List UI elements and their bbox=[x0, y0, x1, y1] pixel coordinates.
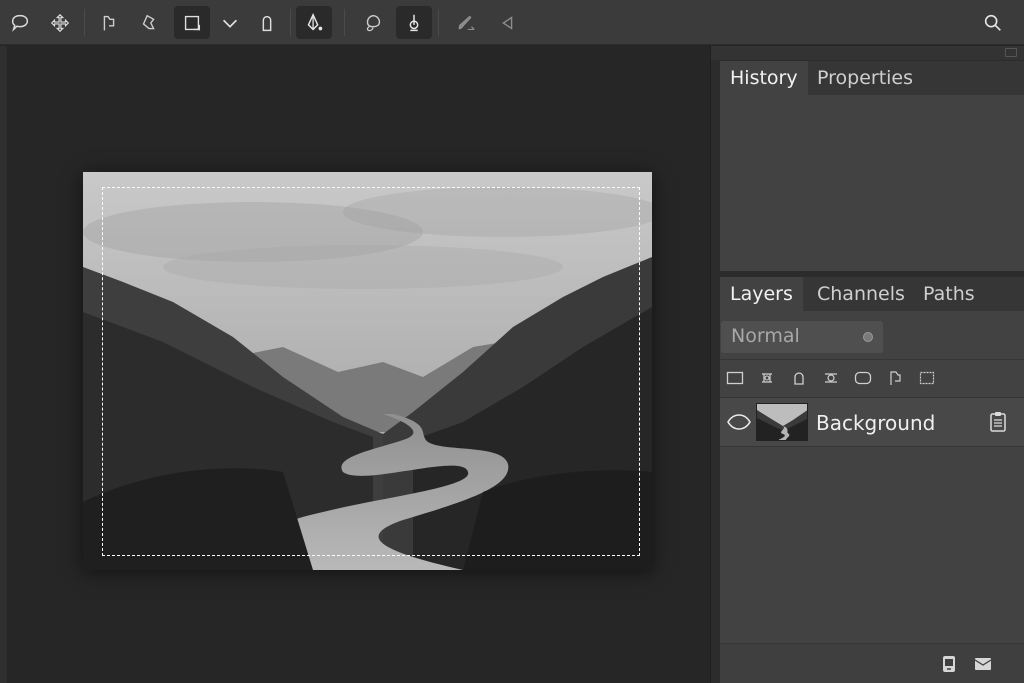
flag-icon bbox=[103, 15, 115, 30]
history-properties-panel: History Properties bbox=[720, 61, 1024, 271]
toolbar-separator bbox=[290, 9, 291, 36]
panel-tab-bar: History Properties bbox=[720, 61, 1024, 95]
tab-channels[interactable]: Channels bbox=[807, 277, 915, 311]
brush-icon bbox=[458, 15, 475, 30]
polygon-lasso-icon bbox=[142, 14, 155, 29]
elliptical-marquee-tool-button[interactable] bbox=[249, 6, 285, 39]
left-edge-strip bbox=[0, 46, 7, 683]
lock-position-icon[interactable] bbox=[822, 369, 840, 387]
lock-frame-icon[interactable] bbox=[854, 369, 872, 387]
lasso-shape-icon bbox=[366, 14, 381, 31]
anchor-point-tool-button[interactable] bbox=[396, 6, 432, 39]
collapse-icon bbox=[1005, 48, 1017, 57]
panel-collapse-bar[interactable] bbox=[711, 46, 1024, 60]
layers-footer bbox=[720, 643, 1024, 683]
layer-thumbnail bbox=[756, 403, 808, 441]
lasso-icon bbox=[11, 14, 29, 32]
tab-layers[interactable]: Layers bbox=[720, 277, 803, 311]
landscape-photo bbox=[83, 172, 652, 570]
move-icon bbox=[50, 13, 70, 32]
options-toolbar bbox=[0, 0, 1024, 45]
flag-tool-button[interactable] bbox=[91, 6, 127, 39]
toolbar-separator bbox=[438, 9, 439, 36]
lock-transparency-icon[interactable] bbox=[758, 369, 776, 387]
elliptical-marquee-icon bbox=[262, 15, 272, 31]
lock-options-row bbox=[726, 367, 936, 389]
anchor-point-icon bbox=[409, 14, 419, 31]
move-tool-button[interactable] bbox=[42, 6, 78, 39]
layer-row-background[interactable]: Background bbox=[720, 398, 1024, 446]
thumbnail-image bbox=[757, 404, 807, 440]
chevron-down-icon bbox=[222, 19, 238, 28]
rectangle-marquee-icon bbox=[184, 15, 201, 30]
pen-tool-button[interactable] bbox=[296, 6, 332, 39]
layers-tab-bar: Layers Channels Paths bbox=[720, 277, 1024, 311]
canvas-area[interactable] bbox=[7, 46, 710, 683]
delete-layer-icon[interactable] bbox=[973, 654, 993, 674]
layer-name[interactable]: Background bbox=[816, 411, 935, 435]
back-button[interactable] bbox=[489, 6, 525, 39]
right-panel-dock: History Properties Layers Channels Paths… bbox=[710, 46, 1024, 683]
document-canvas[interactable] bbox=[83, 172, 652, 570]
divider bbox=[720, 359, 1024, 360]
polygon-lasso-tool-button[interactable] bbox=[131, 6, 167, 39]
divider bbox=[720, 446, 1024, 447]
tab-properties[interactable]: Properties bbox=[807, 61, 923, 95]
lasso-tool-button[interactable] bbox=[2, 6, 38, 39]
lasso-shape-tool-button[interactable] bbox=[355, 6, 391, 39]
blend-mode-value: Normal bbox=[731, 325, 800, 347]
tab-history[interactable]: History bbox=[720, 61, 808, 95]
layers-panel: Layers Channels Paths Normal Background bbox=[720, 277, 1024, 683]
lock-shape-icon[interactable] bbox=[790, 369, 808, 387]
toolbar-separator bbox=[344, 9, 345, 36]
new-layer-icon[interactable] bbox=[939, 654, 959, 674]
tab-paths[interactable]: Paths bbox=[913, 277, 985, 311]
visibility-eye-icon[interactable] bbox=[727, 413, 751, 431]
lock-pixels-icon[interactable] bbox=[726, 369, 744, 387]
search-icon bbox=[984, 14, 1001, 31]
dropdown-knob-icon bbox=[863, 332, 873, 342]
layer-lock-icon[interactable] bbox=[988, 411, 1008, 433]
lock-artboard-icon[interactable] bbox=[886, 369, 904, 387]
back-arrow-icon bbox=[502, 15, 513, 30]
search-button[interactable] bbox=[975, 6, 1011, 39]
blend-mode-select[interactable]: Normal bbox=[721, 321, 883, 353]
rectangle-marquee-tool-button[interactable] bbox=[174, 6, 210, 39]
lock-all-icon[interactable] bbox=[918, 369, 936, 387]
toolbar-separator bbox=[84, 9, 85, 36]
brush-tool-button[interactable] bbox=[448, 6, 484, 39]
marquee-options-dropdown[interactable] bbox=[212, 6, 248, 39]
pen-tool-icon bbox=[307, 12, 323, 30]
